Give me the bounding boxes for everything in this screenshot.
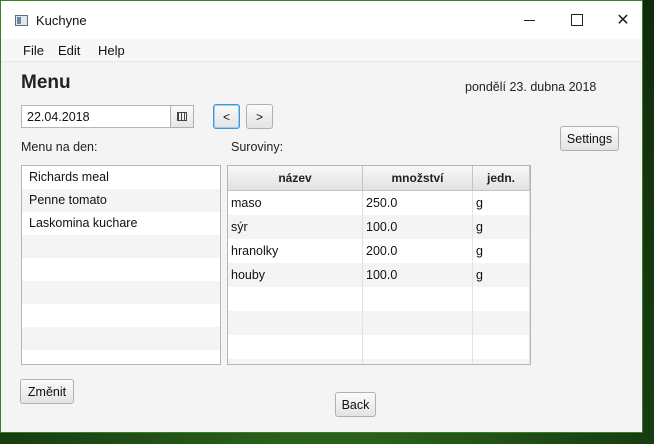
ingredients-label: Suroviny:	[231, 140, 284, 154]
table-cell	[363, 335, 473, 359]
table-cell	[228, 287, 363, 311]
table-cell: maso	[228, 191, 363, 215]
list-item[interactable]	[22, 350, 220, 364]
table-cell: g	[473, 191, 530, 215]
table-cell: 250.0	[363, 191, 473, 215]
list-item[interactable]	[22, 327, 220, 350]
settings-button[interactable]: Settings	[560, 126, 619, 151]
table-cell: houby	[228, 263, 363, 287]
app-window: Kuchyne ✕ File Edit Help Menu pondělí 23…	[0, 0, 643, 433]
table-cell	[363, 311, 473, 335]
table-row[interactable]	[228, 287, 530, 311]
menu-help[interactable]: Help	[98, 43, 125, 58]
title-bar: Kuchyne ✕	[1, 1, 642, 39]
table-cell	[473, 359, 530, 364]
table-cell: 100.0	[363, 215, 473, 239]
change-button[interactable]: Změnit	[20, 379, 74, 404]
page-title: Menu	[21, 72, 71, 93]
date-field[interactable]: 22.04.2018	[21, 105, 171, 128]
previous-day-button[interactable]: <	[213, 104, 240, 129]
table-cell: g	[473, 263, 530, 287]
menu-list-label: Menu na den:	[21, 140, 98, 154]
menu-bar: File Edit Help	[1, 39, 642, 62]
table-row[interactable]	[228, 311, 530, 335]
list-item[interactable]: Penne tomato	[22, 189, 220, 212]
list-item[interactable]	[22, 281, 220, 304]
table-cell	[363, 359, 473, 364]
table-row[interactable]: sýr 100.0 g	[228, 215, 530, 239]
table-cell: 200.0	[363, 239, 473, 263]
maximize-button[interactable]	[554, 1, 600, 39]
table-row[interactable]: hranolky 200.0 g	[228, 239, 530, 263]
menu-edit[interactable]: Edit	[58, 43, 80, 58]
list-item[interactable]	[22, 304, 220, 327]
table-cell	[228, 335, 363, 359]
back-button[interactable]: Back	[335, 392, 376, 417]
table-cell: sýr	[228, 215, 363, 239]
close-button[interactable]: ✕	[600, 1, 646, 39]
calendar-button[interactable]	[170, 105, 194, 128]
table-cell: 100.0	[363, 263, 473, 287]
table-cell: g	[473, 215, 530, 239]
table-cell	[473, 335, 530, 359]
list-item[interactable]: Laskomina kuchare	[22, 212, 220, 235]
calendar-icon	[177, 112, 187, 121]
table-body: maso 250.0 g sýr 100.0 g hranolky 200.0 g houby 10…	[228, 191, 530, 364]
column-header-unit[interactable]: jedn.	[473, 166, 530, 190]
table-cell	[228, 359, 363, 364]
column-header-quantity[interactable]: množství	[363, 166, 473, 190]
table-cell: g	[473, 239, 530, 263]
list-item[interactable]	[22, 258, 220, 281]
table-cell	[228, 311, 363, 335]
menu-file[interactable]: File	[23, 43, 44, 58]
table-cell	[473, 311, 530, 335]
menu-list[interactable]: Richards meal Penne tomato Laskomina kucha…	[21, 165, 221, 365]
app-icon	[15, 15, 28, 26]
table-row[interactable]: maso 250.0 g	[228, 191, 530, 215]
minimize-button[interactable]	[506, 1, 552, 39]
table-cell	[473, 287, 530, 311]
table-header: název množství jedn.	[228, 166, 530, 191]
window-title: Kuchyne	[36, 13, 87, 28]
ingredients-table: název množství jedn. maso 250.0 g sýr 100.0 g…	[227, 165, 531, 365]
table-row[interactable]: houby 100.0 g	[228, 263, 530, 287]
column-header-name[interactable]: název	[228, 166, 363, 190]
table-row[interactable]	[228, 359, 530, 364]
list-item[interactable]	[22, 235, 220, 258]
table-cell	[363, 287, 473, 311]
next-day-button[interactable]: >	[246, 104, 273, 129]
current-date-label: pondělí 23. dubna 2018	[465, 80, 597, 94]
table-row[interactable]	[228, 335, 530, 359]
list-item[interactable]: Richards meal	[22, 166, 220, 189]
table-cell: hranolky	[228, 239, 363, 263]
